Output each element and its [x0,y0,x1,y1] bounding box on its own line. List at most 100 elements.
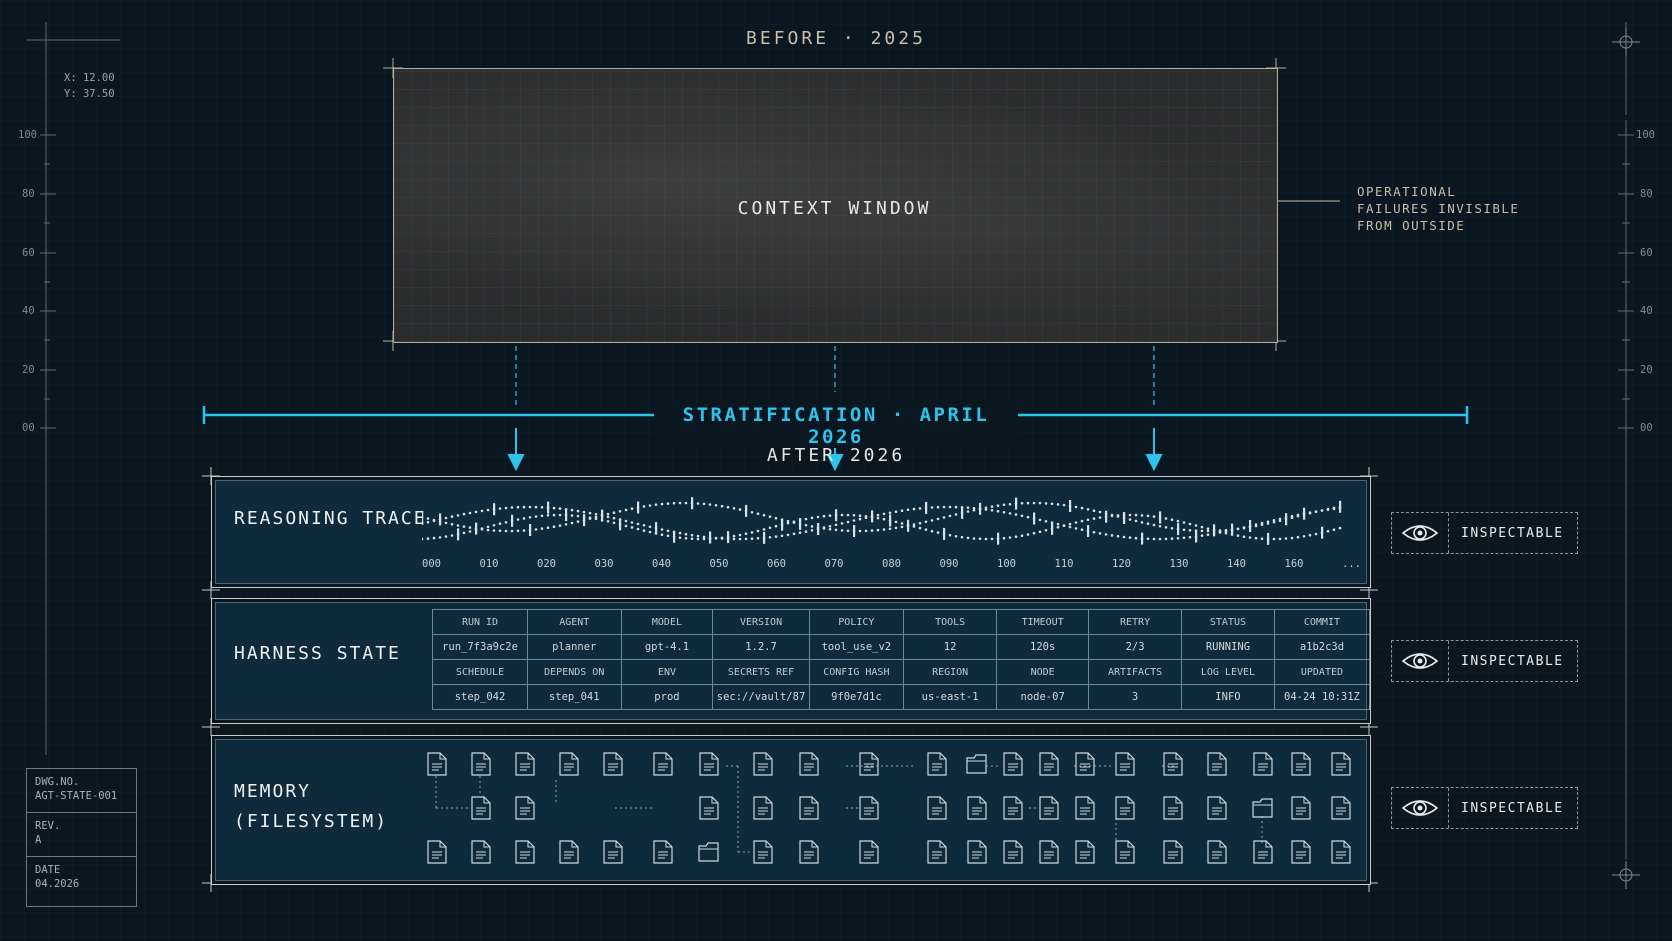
trace-dot [1098,516,1102,519]
drawing-title-block: DWG.NO. AGT-STATE-001 REV. A DATE 04.202… [26,768,137,907]
memory-title-line: (FILESYSTEM) [234,811,389,832]
trace-dot [972,537,976,540]
dwg-label: DWG.NO. [35,776,80,788]
trace-dot [546,526,550,529]
table-cell: TIMEOUT [996,609,1090,635]
trace-dot [1026,533,1030,536]
trace-dot [900,509,904,512]
inspectable-badge[interactable]: INSPECTABLE [1391,512,1578,554]
trace-dot [678,536,682,539]
trace-dot [1308,533,1312,537]
trace-bar [1267,532,1270,545]
trace-dot [990,537,994,541]
trace-dot [714,536,718,540]
trace-dot [522,505,526,509]
trace-dot [660,502,664,506]
trace-dot [648,525,652,529]
inspectable-badge[interactable]: INSPECTABLE [1391,640,1578,682]
trace-dot [876,513,880,517]
table-cell: 9f0e7d1c [808,684,905,710]
trace-dot [498,507,502,510]
trace-dot [1272,537,1276,541]
file-icon [471,796,491,820]
trace-dot [1284,537,1288,540]
trace-dot [1314,510,1318,513]
file-icon [699,752,719,776]
trace-bar [1339,500,1342,513]
trace-dot [894,510,898,513]
trace-dot [1074,521,1078,524]
trace-dot [966,510,970,513]
trace-bar [1195,530,1198,543]
trace-dot [624,519,628,523]
trace-dot [504,506,508,510]
trace-dot [1146,537,1150,541]
trace-dot [708,503,712,506]
trace-dot [930,529,934,533]
trace-bar [637,501,640,514]
trace-dot [1092,530,1096,534]
file-icon [1331,796,1351,820]
trace-dot [1164,517,1168,520]
trace-dot [1248,536,1252,539]
trace-dot [1134,513,1138,517]
file-tree [427,752,1351,864]
trace-dot [1254,536,1258,540]
trace-dot [876,516,880,520]
trace-dot [792,520,796,523]
trace-dot [1278,537,1282,541]
trace-dot [960,506,964,509]
trace-dot [1098,532,1102,535]
trace-dot [444,516,448,520]
file-icon [1039,752,1059,776]
trace-dot [630,507,634,510]
trace-bar [1051,522,1054,535]
date-label: DATE [35,864,61,876]
trace-dot [456,524,460,527]
trace-dot [1332,507,1336,511]
context-window-label: CONTEXT WINDOW [737,198,932,219]
table-cell: a1b2c3d [1273,634,1371,660]
inspectable-badge[interactable]: INSPECTABLE [1391,787,1578,829]
trace-dot [1200,525,1204,529]
trace-dot [726,537,730,541]
trace-dot [852,514,856,517]
trace-dot [456,514,460,517]
revision-cell: REV. A [27,813,136,857]
dwg-number-cell: DWG.NO. AGT-STATE-001 [27,769,136,813]
trace-dot [990,505,994,508]
trace-dot [966,506,970,509]
trace-dot [1146,522,1150,525]
trace-dot [774,524,778,528]
file-icon [1253,840,1273,864]
trace-dot [1038,518,1042,522]
coord-y: Y: 37.50 [64,88,115,100]
trace-dot [492,529,496,532]
trace-dot [486,528,490,532]
ruler-label: 100 [18,129,37,141]
trace-dot [426,517,430,520]
trace-dot [1128,513,1132,517]
trace-dot [1146,514,1150,518]
ruler-label: 80 [22,188,35,200]
trace-dot [1014,535,1018,538]
table-row: RUN ID AGENT MODEL VERSION POLICY TOOLS … [431,609,1371,635]
trace-dot [1332,528,1336,531]
trace-dot [1086,518,1090,522]
trace-dot [516,518,520,521]
file-icon [515,752,535,776]
trace-dot [1206,533,1210,536]
trace-dot [594,513,598,516]
file-icon [927,840,947,864]
trace-dot [1092,517,1096,520]
operational-note: OPERATIONAL FAILURES INVISIBLE FROM OUTS… [1357,183,1519,234]
trace-dot [1008,502,1012,506]
trace-dot [546,514,550,517]
trace-dot [558,513,562,517]
trace-dot [1122,535,1126,539]
trace-bar [889,514,892,527]
trace-dot [1218,531,1222,534]
trace-dot [582,515,586,519]
trace-bar [997,532,1000,545]
eye-icon [1392,788,1449,828]
